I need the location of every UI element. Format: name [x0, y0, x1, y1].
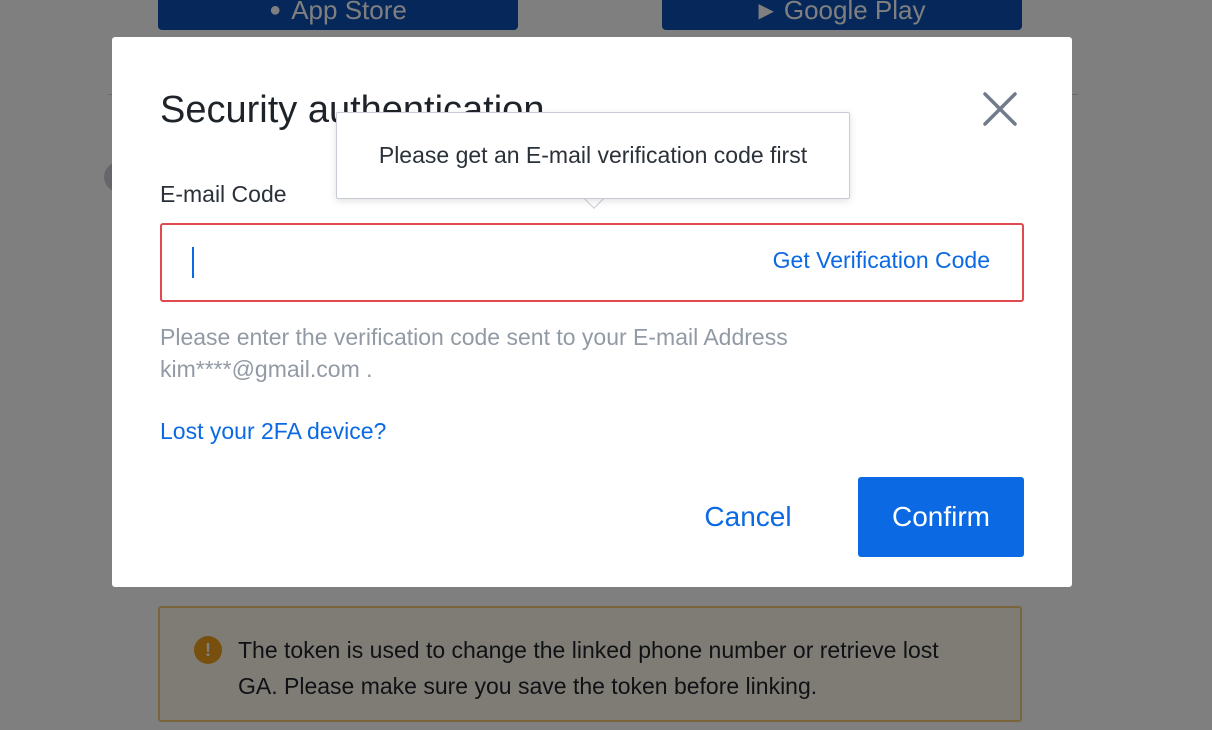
confirm-button[interactable]: Confirm	[858, 477, 1024, 557]
cancel-button[interactable]: Cancel	[690, 477, 806, 557]
close-icon	[983, 92, 1017, 126]
text-caret	[192, 247, 194, 278]
tooltip-text: Please get an E-mail verification code f…	[378, 142, 808, 168]
hint-line-1: Please enter the verification code sent …	[160, 324, 788, 350]
lost-2fa-link[interactable]: Lost your 2FA device?	[160, 418, 386, 445]
email-code-label: E-mail Code	[160, 181, 287, 207]
get-verification-code-button[interactable]: Get Verification Code	[773, 247, 990, 274]
close-button[interactable]	[980, 89, 1020, 129]
hint-line-2: kim****@gmail.com .	[160, 356, 373, 382]
verification-hint: Please enter the verification code sent …	[160, 321, 880, 385]
email-code-input[interactable]	[190, 225, 750, 300]
validation-tooltip: Please get an E-mail verification code f…	[336, 112, 850, 199]
email-code-field[interactable]: Get Verification Code	[160, 223, 1024, 302]
